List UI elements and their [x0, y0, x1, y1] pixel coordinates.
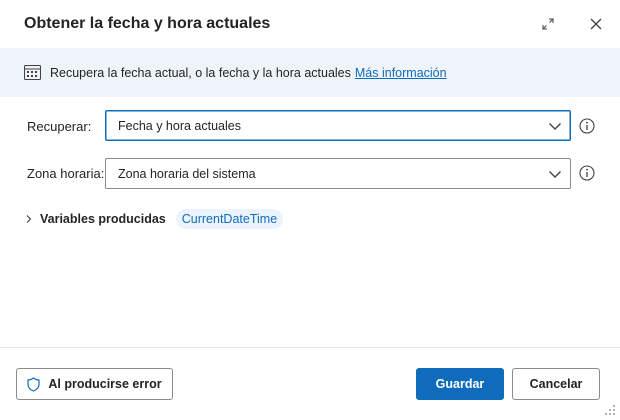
dialog: Obtener la fecha y hora actuales Recuper…: [0, 0, 620, 420]
expand-icon: [542, 18, 554, 30]
info-icon[interactable]: [579, 118, 595, 134]
close-icon: [590, 18, 602, 30]
retrieve-select[interactable]: Fecha y hora actuales: [105, 110, 571, 141]
shield-icon: [27, 376, 40, 392]
retrieve-label: Recuperar:: [27, 119, 92, 134]
info-bar: Recupera la fecha actual, o la fecha y l…: [0, 48, 620, 97]
timezone-select[interactable]: Zona horaria del sistema: [105, 158, 571, 189]
expand-button[interactable]: [537, 14, 559, 34]
more-info-link[interactable]: Más información: [355, 66, 447, 80]
cancel-button[interactable]: Cancelar: [512, 368, 600, 400]
chevron-down-icon: [549, 123, 561, 130]
info-description: Recupera la fecha actual, o la fecha y l…: [50, 66, 351, 80]
resize-grip-icon[interactable]: [604, 404, 616, 416]
produced-variables: Variables producidas CurrentDateTime: [24, 208, 284, 230]
save-button[interactable]: Guardar: [416, 368, 504, 400]
on-error-button[interactable]: Al producirse error: [16, 368, 173, 400]
timezone-select-value: Zona horaria del sistema: [118, 167, 256, 181]
dialog-title: Obtener la fecha y hora actuales: [24, 15, 271, 32]
chevron-down-icon: [549, 171, 561, 178]
chevron-right-icon[interactable]: [24, 214, 34, 224]
info-icon[interactable]: [579, 165, 595, 181]
variable-chip[interactable]: CurrentDateTime: [175, 209, 284, 229]
on-error-label: Al producirse error: [48, 377, 162, 391]
calendar-icon: [24, 65, 41, 80]
close-button[interactable]: [584, 12, 608, 36]
info-text: Recupera la fecha actual, o la fecha y l…: [50, 66, 447, 80]
produced-variables-label: Variables producidas: [40, 212, 166, 226]
footer-divider: [0, 347, 620, 348]
timezone-label: Zona horaria:: [27, 166, 105, 181]
retrieve-select-value: Fecha y hora actuales: [118, 119, 241, 133]
